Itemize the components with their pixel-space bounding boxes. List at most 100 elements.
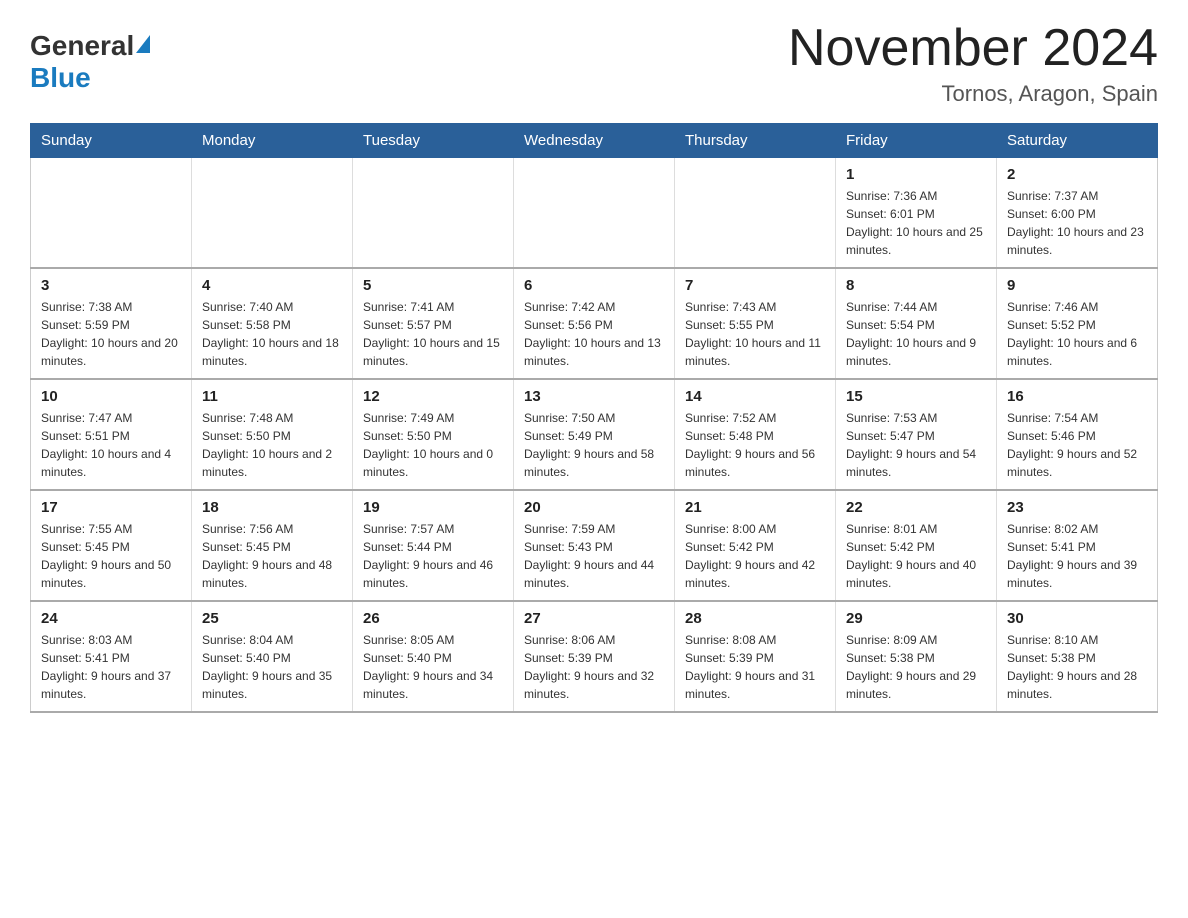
day-info: Sunrise: 8:02 AM Sunset: 5:41 PM Dayligh… [1007, 520, 1147, 592]
day-number: 29 [846, 610, 986, 627]
day-number: 3 [41, 277, 181, 294]
day-info: Sunrise: 8:04 AM Sunset: 5:40 PM Dayligh… [202, 631, 342, 703]
day-info: Sunrise: 8:10 AM Sunset: 5:38 PM Dayligh… [1007, 631, 1147, 703]
calendar-cell: 20 Sunrise: 7:59 AM Sunset: 5:43 PM Dayli… [514, 490, 675, 601]
day-number: 13 [524, 388, 664, 405]
calendar-cell: 15 Sunrise: 7:53 AM Sunset: 5:47 PM Dayli… [836, 379, 997, 490]
calendar-cell: 29Sunrise: 8:09 AM Sunset: 5:38 PM Dayli… [836, 601, 997, 712]
calendar-cell [675, 158, 836, 269]
calendar-cell: 2Sunrise: 7:37 AM Sunset: 6:00 PM Daylig… [997, 158, 1158, 269]
day-number: 8 [846, 277, 986, 294]
calendar-cell: 28Sunrise: 8:08 AM Sunset: 5:39 PM Dayli… [675, 601, 836, 712]
day-info: Sunrise: 8:00 AM Sunset: 5:42 PM Dayligh… [685, 520, 825, 592]
day-number: 16 [1007, 388, 1147, 405]
day-header-tuesday: Tuesday [353, 124, 514, 158]
day-number: 23 [1007, 499, 1147, 516]
day-number: 19 [363, 499, 503, 516]
calendar-cell: 18 Sunrise: 7:56 AM Sunset: 5:45 PM Dayli… [192, 490, 353, 601]
day-info: Sunrise: 7:37 AM Sunset: 6:00 PM Dayligh… [1007, 187, 1147, 259]
day-info: Sunrise: 8:06 AM Sunset: 5:39 PM Dayligh… [524, 631, 664, 703]
calendar-cell [353, 158, 514, 269]
day-number: 15 [846, 388, 986, 405]
month-title: November 2024 [788, 20, 1158, 77]
day-info: Sunrise: 7:48 AM Sunset: 5:50 PM Dayligh… [202, 409, 342, 481]
calendar-cell: 22Sunrise: 8:01 AM Sunset: 5:42 PM Dayli… [836, 490, 997, 601]
day-info: Sunrise: 7:41 AM Sunset: 5:57 PM Dayligh… [363, 298, 503, 370]
day-number: 24 [41, 610, 181, 627]
day-info: Sunrise: 7:59 AM Sunset: 5:43 PM Dayligh… [524, 520, 664, 592]
day-info: Sunrise: 7:55 AM Sunset: 5:45 PM Dayligh… [41, 520, 181, 592]
calendar-cell: 27 Sunrise: 8:06 AM Sunset: 5:39 PM Dayli… [514, 601, 675, 712]
day-info: Sunrise: 7:47 AM Sunset: 5:51 PM Dayligh… [41, 409, 181, 481]
day-header-friday: Friday [836, 124, 997, 158]
calendar-cell: 3Sunrise: 7:38 AM Sunset: 5:59 PM Daylig… [31, 268, 192, 379]
day-number: 12 [363, 388, 503, 405]
calendar-cell: 6 Sunrise: 7:42 AM Sunset: 5:56 PM Daylig… [514, 268, 675, 379]
calendar-cell [31, 158, 192, 269]
day-number: 27 [524, 610, 664, 627]
calendar-cell: 23 Sunrise: 8:02 AM Sunset: 5:41 PM Dayli… [997, 490, 1158, 601]
calendar-week-row: 17 Sunrise: 7:55 AM Sunset: 5:45 PM Dayli… [31, 490, 1158, 601]
calendar-week-row: 3Sunrise: 7:38 AM Sunset: 5:59 PM Daylig… [31, 268, 1158, 379]
day-number: 30 [1007, 610, 1147, 627]
day-number: 7 [685, 277, 825, 294]
day-header-monday: Monday [192, 124, 353, 158]
day-info: Sunrise: 8:03 AM Sunset: 5:41 PM Dayligh… [41, 631, 181, 703]
day-info: Sunrise: 7:49 AM Sunset: 5:50 PM Dayligh… [363, 409, 503, 481]
day-number: 18 [202, 499, 342, 516]
day-number: 25 [202, 610, 342, 627]
day-number: 5 [363, 277, 503, 294]
title-section: November 2024 Tornos, Aragon, Spain [788, 20, 1158, 107]
calendar-cell: 19 Sunrise: 7:57 AM Sunset: 5:44 PM Dayli… [353, 490, 514, 601]
day-info: Sunrise: 7:46 AM Sunset: 5:52 PM Dayligh… [1007, 298, 1147, 370]
logo-blue-text: Blue [30, 62, 91, 93]
calendar-cell: 11Sunrise: 7:48 AM Sunset: 5:50 PM Dayli… [192, 379, 353, 490]
calendar-week-row: 24 Sunrise: 8:03 AM Sunset: 5:41 PM Dayli… [31, 601, 1158, 712]
calendar-table: SundayMondayTuesdayWednesdayThursdayFrid… [30, 123, 1158, 713]
day-number: 14 [685, 388, 825, 405]
calendar-week-row: 1 Sunrise: 7:36 AM Sunset: 6:01 PM Daylig… [31, 158, 1158, 269]
day-info: Sunrise: 7:53 AM Sunset: 5:47 PM Dayligh… [846, 409, 986, 481]
calendar-cell: 8Sunrise: 7:44 AM Sunset: 5:54 PM Daylig… [836, 268, 997, 379]
calendar-cell: 12 Sunrise: 7:49 AM Sunset: 5:50 PM Dayli… [353, 379, 514, 490]
calendar-cell: 10 Sunrise: 7:47 AM Sunset: 5:51 PM Dayli… [31, 379, 192, 490]
logo-triangle-icon [136, 35, 150, 53]
logo-general-text: General [30, 30, 134, 62]
day-info: Sunrise: 8:05 AM Sunset: 5:40 PM Dayligh… [363, 631, 503, 703]
day-info: Sunrise: 7:36 AM Sunset: 6:01 PM Dayligh… [846, 187, 986, 259]
day-info: Sunrise: 8:01 AM Sunset: 5:42 PM Dayligh… [846, 520, 986, 592]
day-number: 26 [363, 610, 503, 627]
day-info: Sunrise: 7:56 AM Sunset: 5:45 PM Dayligh… [202, 520, 342, 592]
calendar-cell: 14 Sunrise: 7:52 AM Sunset: 5:48 PM Dayli… [675, 379, 836, 490]
calendar-cell: 24 Sunrise: 8:03 AM Sunset: 5:41 PM Dayli… [31, 601, 192, 712]
day-number: 6 [524, 277, 664, 294]
calendar-week-row: 10 Sunrise: 7:47 AM Sunset: 5:51 PM Dayli… [31, 379, 1158, 490]
day-number: 1 [846, 166, 986, 183]
page-header: GeneralBlue November 2024 Tornos, Aragon… [30, 20, 1158, 107]
day-number: 17 [41, 499, 181, 516]
calendar-cell: 9Sunrise: 7:46 AM Sunset: 5:52 PM Daylig… [997, 268, 1158, 379]
day-number: 4 [202, 277, 342, 294]
calendar-header-row: SundayMondayTuesdayWednesdayThursdayFrid… [31, 124, 1158, 158]
day-info: Sunrise: 7:52 AM Sunset: 5:48 PM Dayligh… [685, 409, 825, 481]
day-info: Sunrise: 7:42 AM Sunset: 5:56 PM Dayligh… [524, 298, 664, 370]
day-header-wednesday: Wednesday [514, 124, 675, 158]
day-info: Sunrise: 7:43 AM Sunset: 5:55 PM Dayligh… [685, 298, 825, 370]
day-number: 28 [685, 610, 825, 627]
calendar-cell: 21Sunrise: 8:00 AM Sunset: 5:42 PM Dayli… [675, 490, 836, 601]
calendar-cell: 5 Sunrise: 7:41 AM Sunset: 5:57 PM Daylig… [353, 268, 514, 379]
calendar-cell: 30 Sunrise: 8:10 AM Sunset: 5:38 PM Dayli… [997, 601, 1158, 712]
day-info: Sunrise: 7:40 AM Sunset: 5:58 PM Dayligh… [202, 298, 342, 370]
calendar-cell: 4 Sunrise: 7:40 AM Sunset: 5:58 PM Daylig… [192, 268, 353, 379]
day-info: Sunrise: 7:50 AM Sunset: 5:49 PM Dayligh… [524, 409, 664, 481]
location-subtitle: Tornos, Aragon, Spain [788, 81, 1158, 107]
calendar-cell [514, 158, 675, 269]
day-number: 20 [524, 499, 664, 516]
calendar-cell [192, 158, 353, 269]
calendar-cell: 7 Sunrise: 7:43 AM Sunset: 5:55 PM Daylig… [675, 268, 836, 379]
day-header-sunday: Sunday [31, 124, 192, 158]
calendar-cell: 26 Sunrise: 8:05 AM Sunset: 5:40 PM Dayli… [353, 601, 514, 712]
day-number: 10 [41, 388, 181, 405]
day-info: Sunrise: 7:57 AM Sunset: 5:44 PM Dayligh… [363, 520, 503, 592]
logo: GeneralBlue [30, 30, 150, 94]
